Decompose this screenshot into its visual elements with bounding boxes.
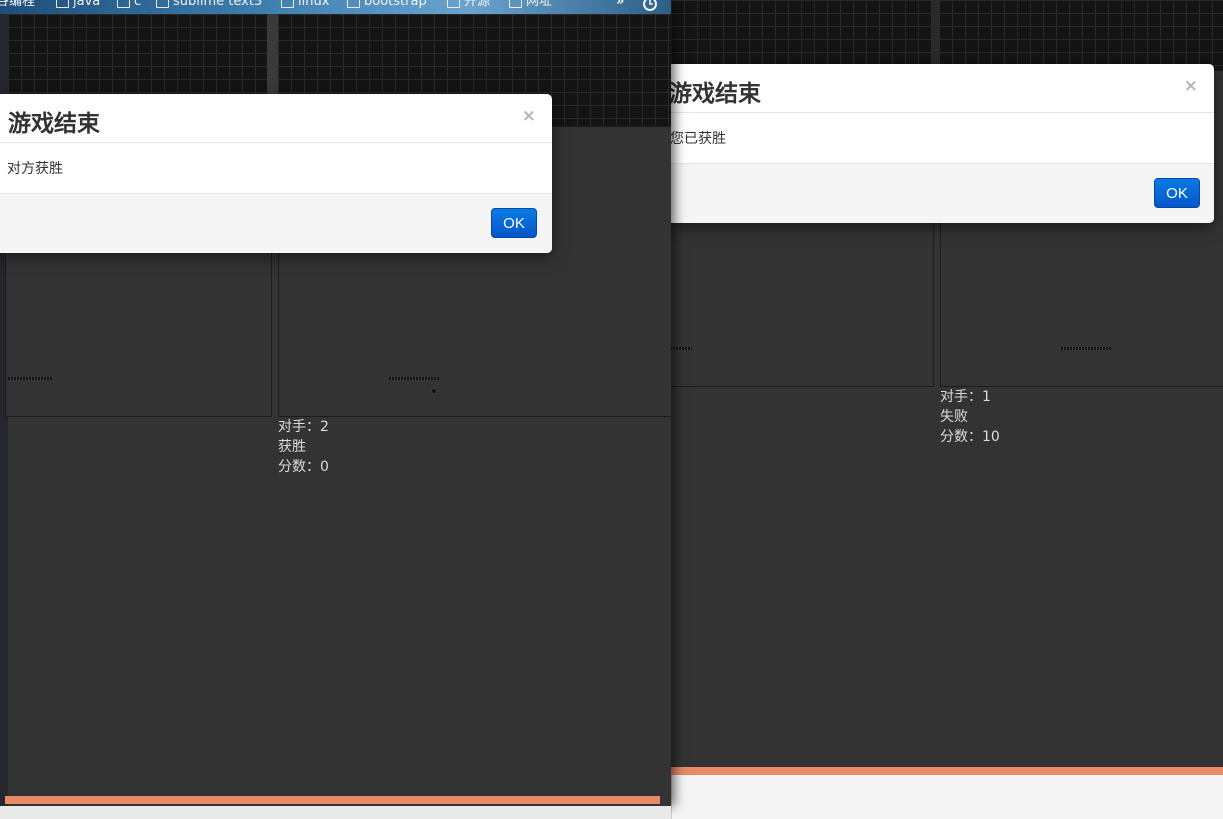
score: 分数：0 [278, 459, 329, 475]
right-game-window: 对手：1 失败 分数：10 游戏结束 × 您已获胜 OK [671, 0, 1223, 819]
bookmark-item[interactable]: c [117, 0, 141, 9]
modal-message: 您已获胜 [671, 131, 726, 147]
modal-title: 游戏结束 [671, 81, 761, 107]
bookmark-label: 网址 [526, 0, 553, 9]
score: 分数：10 [940, 429, 1000, 445]
history-button[interactable] [642, 0, 658, 12]
modal-body: 您已获胜 [671, 113, 1214, 164]
bookmark-item[interactable]: java [56, 0, 100, 9]
modal-footer: OK [0, 194, 552, 253]
opponent-count: 对手：2 [278, 419, 329, 435]
paddle [8, 377, 52, 380]
bookmark-label: linux [298, 0, 330, 9]
folder-icon [56, 0, 69, 8]
bookmark-item[interactable]: 网址 [509, 0, 552, 9]
chevron-double-right-icon: » [616, 0, 625, 9]
ok-button[interactable]: OK [1154, 178, 1200, 208]
modal-footer: OK [671, 164, 1214, 223]
bookmark-label: 开源 [464, 0, 491, 9]
right-player-board [939, 0, 1223, 70]
bookmark-label: java [73, 0, 101, 9]
folder-icon [281, 0, 294, 8]
left-accent-bar [5, 796, 660, 804]
bookmark-label: 谷编程 [0, 0, 36, 9]
folder-icon [156, 0, 169, 8]
modal-header: 游戏结束 × [671, 64, 1214, 113]
paddle [1061, 347, 1111, 350]
close-icon[interactable]: × [1184, 76, 1198, 96]
bookmark-item[interactable]: 开源 [447, 0, 490, 9]
bookmark-item[interactable]: bootstrap [347, 0, 427, 9]
folder-icon [447, 0, 460, 8]
game-over-modal: 游戏结束 × 对方获胜 OK [0, 94, 552, 253]
bookmark-label: bootstrap [364, 0, 427, 9]
modal-message: 对方获胜 [7, 161, 63, 177]
bookmarks-overflow-button[interactable]: » [616, 0, 624, 9]
folder-icon [117, 0, 130, 8]
bookmarks-bar: 谷编程 java c sublime text3 linux bootstrap… [0, 0, 671, 14]
modal-body: 对方获胜 [0, 143, 552, 194]
folder-icon [509, 0, 522, 8]
bookmark-label: sublime text3 [173, 0, 263, 9]
clock-icon [643, 0, 657, 11]
right-accent-bar [671, 767, 1223, 775]
game-over-modal: 游戏结束 × 您已获胜 OK [671, 64, 1214, 223]
left-game-window: 对手：2 获胜 分数：0 谷编程 java c sublime text3 li… [0, 0, 671, 806]
right-opponent-board [671, 0, 931, 70]
bookmark-item[interactable]: sublime text3 [156, 0, 262, 9]
bookmark-item[interactable]: 谷编程 [0, 0, 35, 9]
bookmark-label: c [134, 0, 142, 9]
modal-header: 游戏结束 × [0, 94, 552, 143]
paddle [671, 347, 692, 350]
paddle [389, 377, 439, 380]
left-player-stats: 对手：2 获胜 分数：0 [278, 417, 329, 477]
match-result: 失败 [940, 409, 968, 425]
match-result: 获胜 [278, 439, 306, 455]
modal-title: 游戏结束 [8, 111, 100, 137]
opponent-count: 对手：1 [940, 389, 991, 405]
left-window-footer [0, 806, 671, 819]
close-icon[interactable]: × [522, 106, 536, 126]
folder-icon [347, 0, 360, 8]
right-player-stats: 对手：1 失败 分数：10 [940, 387, 1000, 447]
right-window-footer [671, 775, 1223, 819]
ball [430, 387, 438, 395]
ok-button[interactable]: OK [491, 208, 537, 238]
bookmark-item[interactable]: linux [281, 0, 329, 9]
